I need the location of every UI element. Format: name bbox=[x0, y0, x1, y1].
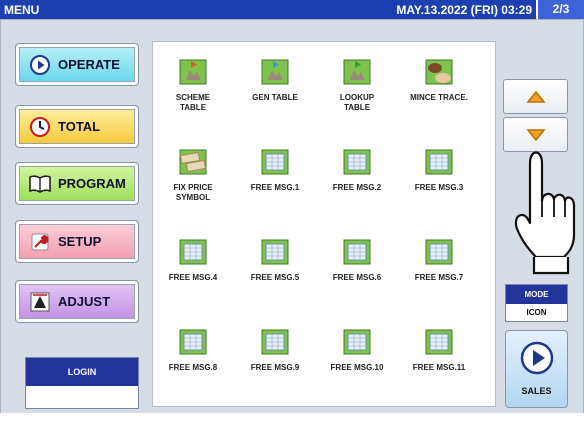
free-msg-4-label: FREE MSG.4 bbox=[168, 273, 218, 282]
book-icon bbox=[28, 173, 52, 195]
free-msg-icon bbox=[179, 329, 207, 355]
setup-label: SETUP bbox=[58, 234, 102, 249]
gen-table-label: GEN TABLE bbox=[252, 93, 298, 102]
title-bar: MENU MAY.13.2022 (FRI) 03:29 2/3 bbox=[0, 0, 584, 19]
free-msg-icon bbox=[425, 329, 453, 355]
mince-trace-icon bbox=[425, 59, 453, 85]
fix-price-symbol-label: FIX PRICE SYMBOL bbox=[173, 183, 213, 202]
fix-price-symbol-icon bbox=[179, 149, 207, 175]
adjust-button[interactable]: ADJUST bbox=[15, 280, 139, 323]
free-msg-icon bbox=[261, 329, 289, 355]
triangle-down-icon bbox=[525, 128, 546, 141]
lookup-table-tile[interactable]: LOOKUP TABLE bbox=[317, 52, 397, 142]
scheme-table-label: SCHEME TABLE bbox=[175, 93, 211, 112]
free-msg-1-label: FREE MSG.1 bbox=[250, 183, 300, 192]
mode-label: MODE bbox=[506, 285, 567, 304]
free-msg-icon bbox=[261, 239, 289, 265]
free-msg-icon bbox=[343, 329, 371, 355]
free-msg-5-tile[interactable]: FREE MSG.5 bbox=[235, 232, 315, 322]
gen-table-icon bbox=[261, 59, 289, 85]
free-msg-6-tile[interactable]: FREE MSG.6 bbox=[317, 232, 397, 322]
program-label: PROGRAM bbox=[58, 176, 126, 191]
triangle-up-icon bbox=[525, 90, 546, 103]
lookup-table-label: LOOKUP TABLE bbox=[339, 93, 375, 112]
free-msg-8-label: FREE MSG.8 bbox=[168, 363, 218, 372]
sales-label: SALES bbox=[521, 386, 552, 396]
datetime-display: MAY.13.2022 (FRI) 03:29 bbox=[396, 3, 532, 17]
free-msg-2-label: FREE MSG.2 bbox=[332, 183, 382, 192]
free-msg-icon bbox=[179, 239, 207, 265]
page-up-button[interactable] bbox=[503, 79, 568, 114]
scheme-table-icon bbox=[179, 59, 207, 85]
frame-bottom bbox=[0, 413, 584, 421]
free-msg-3-label: FREE MSG.3 bbox=[414, 183, 464, 192]
free-msg-11-tile[interactable]: FREE MSG.11 bbox=[399, 322, 479, 412]
free-msg-8-tile[interactable]: FREE MSG.8 bbox=[153, 322, 233, 412]
adjust-icon bbox=[28, 291, 52, 313]
free-msg-1-tile[interactable]: FREE MSG.1 bbox=[235, 142, 315, 232]
operate-label: OPERATE bbox=[58, 57, 120, 72]
operate-button[interactable]: OPERATE bbox=[15, 43, 139, 86]
adjust-label: ADJUST bbox=[58, 294, 111, 309]
setup-button[interactable]: SETUP bbox=[15, 220, 139, 263]
free-msg-icon bbox=[343, 149, 371, 175]
total-label: TOTAL bbox=[58, 119, 101, 134]
program-button[interactable]: PROGRAM bbox=[15, 162, 139, 205]
lookup-table-icon bbox=[343, 59, 371, 85]
free-msg-icon bbox=[261, 149, 289, 175]
free-msg-9-label: FREE MSG.9 bbox=[250, 363, 300, 372]
free-msg-10-label: FREE MSG.10 bbox=[330, 363, 384, 372]
play-circle-icon bbox=[28, 54, 52, 76]
free-msg-11-label: FREE MSG.11 bbox=[412, 363, 466, 372]
sales-play-icon bbox=[520, 341, 553, 375]
login-box[interactable]: LOGIN bbox=[25, 357, 139, 409]
mode-toggle[interactable]: MODE ICON bbox=[505, 284, 568, 322]
free-msg-10-tile[interactable]: FREE MSG.10 bbox=[317, 322, 397, 412]
free-msg-9-tile[interactable]: FREE MSG.9 bbox=[235, 322, 315, 412]
scheme-table-tile[interactable]: SCHEME TABLE bbox=[153, 52, 233, 142]
mince-trace-label: MINCE TRACE. bbox=[410, 93, 468, 102]
free-msg-7-tile[interactable]: FREE MSG.7 bbox=[399, 232, 479, 322]
pointing-hand-icon bbox=[514, 151, 576, 275]
free-msg-4-tile[interactable]: FREE MSG.4 bbox=[153, 232, 233, 322]
mince-trace-tile[interactable]: MINCE TRACE. bbox=[399, 52, 479, 142]
fix-price-symbol-tile[interactable]: FIX PRICE SYMBOL bbox=[153, 142, 233, 232]
login-label: LOGIN bbox=[26, 358, 138, 386]
icon-panel: SCHEME TABLE GEN TABLE LOOKUP TABLE MINC… bbox=[152, 41, 496, 407]
free-msg-icon bbox=[425, 149, 453, 175]
free-msg-icon bbox=[343, 239, 371, 265]
wrench-icon bbox=[28, 231, 52, 253]
clock-icon bbox=[28, 116, 52, 138]
free-msg-icon bbox=[425, 239, 453, 265]
page-indicator: 2/3 bbox=[536, 0, 584, 19]
free-msg-6-label: FREE MSG.6 bbox=[332, 273, 382, 282]
free-msg-2-tile[interactable]: FREE MSG.2 bbox=[317, 142, 397, 232]
free-msg-3-tile[interactable]: FREE MSG.3 bbox=[399, 142, 479, 232]
gen-table-tile[interactable]: GEN TABLE bbox=[235, 52, 315, 142]
menu-title: MENU bbox=[4, 3, 40, 17]
free-msg-5-label: FREE MSG.5 bbox=[250, 273, 300, 282]
sales-button[interactable]: SALES bbox=[505, 330, 568, 408]
mode-value: ICON bbox=[526, 308, 547, 317]
free-msg-7-label: FREE MSG.7 bbox=[414, 273, 464, 282]
total-button[interactable]: TOTAL bbox=[15, 105, 139, 148]
